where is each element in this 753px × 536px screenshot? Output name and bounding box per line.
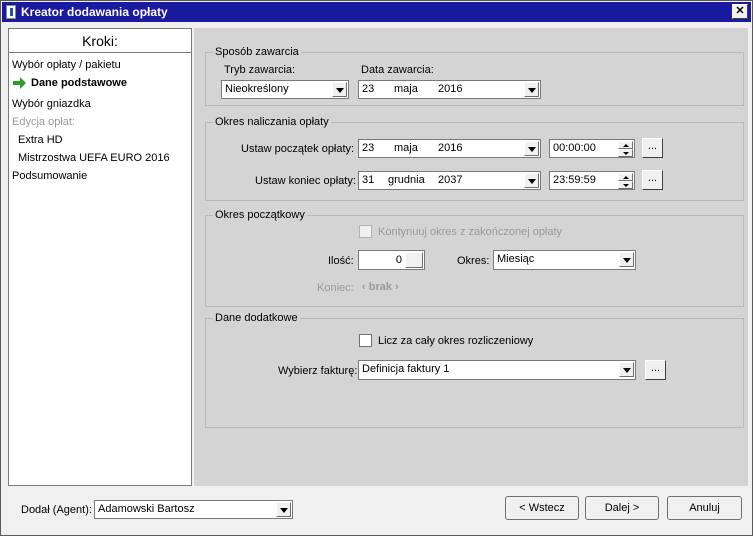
main-panel: Sposób zawarcia Tryb zawarcia: Nieokreśl… bbox=[194, 28, 748, 486]
chevron-down-icon[interactable] bbox=[524, 82, 539, 97]
wizard-window: Kreator dodawania opłaty ✕ Kroki: Wybór … bbox=[0, 0, 753, 536]
agent-select[interactable]: Adamowski Bartosz bbox=[94, 500, 293, 519]
end-year: 2037 bbox=[438, 174, 463, 186]
ilosc-input[interactable]: 0 bbox=[358, 250, 425, 270]
step-podsumowanie: Podsumowanie bbox=[12, 170, 88, 182]
app-icon bbox=[6, 5, 16, 19]
data-zawarcia-month: maja bbox=[394, 83, 418, 95]
tryb-zawarcia-value: Nieokreślony bbox=[225, 83, 289, 95]
title-bar: Kreator dodawania opłaty ✕ bbox=[2, 2, 751, 22]
koniec-value: ‹ brak › bbox=[362, 281, 399, 293]
data-zawarcia-year: 2016 bbox=[438, 83, 463, 95]
kontynuuj-checkbox[interactable] bbox=[359, 225, 372, 238]
faktura-label: Wybierz fakturę: bbox=[278, 365, 358, 377]
ilosc-value: 0 bbox=[395, 254, 402, 266]
end-label: Ustaw koniec opłaty: bbox=[255, 175, 356, 187]
faktura-more-button[interactable]: ... bbox=[645, 360, 666, 380]
licz-label: Licz za cały okres rozliczeniowy bbox=[378, 335, 534, 347]
start-time-spinner[interactable]: 00:00:00 bbox=[549, 139, 635, 158]
koniec-label: Koniec: bbox=[317, 282, 354, 294]
step-extra-hd: Extra HD bbox=[18, 134, 63, 146]
steps-panel: Kroki: Wybór opłaty / pakietu Dane podst… bbox=[8, 28, 192, 486]
ilosc-label: Ilość: bbox=[328, 255, 354, 267]
step-wybor-oplaty: Wybór opłaty / pakietu bbox=[12, 59, 121, 71]
chevron-down-icon[interactable] bbox=[619, 362, 634, 377]
ilosc-button[interactable] bbox=[405, 252, 423, 268]
step-wybor-gniazdka: Wybór gniazdka bbox=[12, 98, 91, 110]
okres-naliczania-legend: Okres naliczania opłaty bbox=[215, 116, 329, 128]
end-date-picker[interactable]: 31 grudnia 2037 bbox=[358, 171, 541, 190]
chevron-down-icon[interactable] bbox=[524, 173, 539, 188]
chevron-down-icon[interactable] bbox=[524, 141, 539, 156]
dane-dodatkowe-legend: Dane dodatkowe bbox=[215, 312, 298, 324]
start-date-picker[interactable]: 23 maja 2016 bbox=[358, 139, 541, 158]
step-edycja-oplat: Edycja opłat: bbox=[12, 116, 75, 128]
steps-heading: Kroki: bbox=[9, 29, 191, 53]
spin-up-icon[interactable] bbox=[618, 141, 633, 149]
start-label: Ustaw początek opłaty: bbox=[241, 143, 355, 155]
end-month: grudnia bbox=[388, 174, 425, 186]
data-zawarcia-label: Data zawarcia: bbox=[361, 64, 434, 76]
spin-down-icon[interactable] bbox=[618, 181, 633, 189]
chevron-down-icon[interactable] bbox=[276, 502, 291, 517]
kontynuuj-label: Kontynuuj okres z zakończonej opłaty bbox=[378, 226, 563, 238]
start-more-button[interactable]: ... bbox=[642, 138, 663, 158]
back-button[interactable]: < Wstecz bbox=[505, 496, 579, 520]
chevron-down-icon[interactable] bbox=[332, 82, 347, 97]
tryb-zawarcia-select[interactable]: Nieokreślony bbox=[221, 80, 349, 99]
agent-value: Adamowski Bartosz bbox=[98, 503, 195, 515]
okres-value: Miesiąc bbox=[497, 253, 535, 265]
faktura-select[interactable]: Definicja faktury 1 bbox=[358, 360, 636, 380]
start-year: 2016 bbox=[438, 142, 463, 154]
start-day: 23 bbox=[362, 142, 375, 154]
faktura-value: Definicja faktury 1 bbox=[362, 363, 450, 375]
chevron-down-icon[interactable] bbox=[619, 252, 634, 267]
next-button[interactable]: Dalej > bbox=[585, 496, 659, 520]
okres-select[interactable]: Miesiąc bbox=[493, 250, 636, 270]
cancel-button[interactable]: Anuluj bbox=[667, 496, 742, 520]
agent-label: Dodał (Agent): bbox=[21, 504, 92, 516]
spin-up-icon[interactable] bbox=[618, 173, 633, 181]
current-step-arrow-icon bbox=[13, 77, 26, 89]
data-zawarcia-day: 23 bbox=[362, 83, 375, 95]
window-title: Kreator dodawania opłaty bbox=[21, 5, 168, 19]
step-uefa-euro: Mistrzostwa UEFA EURO 2016 bbox=[18, 152, 170, 164]
sposob-zawarcia-legend: Sposób zawarcia bbox=[215, 46, 299, 58]
start-month: maja bbox=[394, 142, 418, 154]
close-button[interactable]: ✕ bbox=[732, 4, 748, 19]
start-time-value: 00:00:00 bbox=[553, 142, 596, 154]
end-time-value: 23:59:59 bbox=[553, 174, 596, 186]
okres-label: Okres: bbox=[457, 255, 490, 267]
end-time-spinner[interactable]: 23:59:59 bbox=[549, 171, 635, 190]
tryb-zawarcia-label: Tryb zawarcia: bbox=[224, 64, 296, 76]
okres-poczatkowy-legend: Okres początkowy bbox=[215, 209, 305, 221]
spin-down-icon[interactable] bbox=[618, 149, 633, 157]
data-zawarcia-picker[interactable]: 23 maja 2016 bbox=[358, 80, 541, 99]
end-more-button[interactable]: ... bbox=[642, 170, 663, 190]
licz-checkbox[interactable] bbox=[359, 334, 372, 347]
end-day: 31 bbox=[362, 174, 375, 186]
step-dane-podstawowe: Dane podstawowe bbox=[31, 77, 127, 89]
